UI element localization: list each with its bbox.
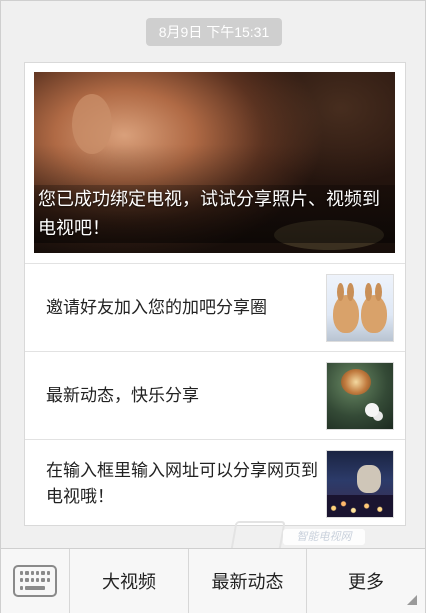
baby-photo-shape	[72, 94, 112, 154]
keyboard-icon	[13, 565, 57, 597]
cat-shape	[357, 465, 381, 493]
cover-caption: 您已成功绑定电视，试试分享照片、视频到电视吧！	[34, 185, 395, 243]
news-card[interactable]: 您已成功绑定电视，试试分享照片、视频到电视吧！ 邀请好友加入您的加吧分享圈 最新…	[24, 62, 406, 526]
rabbits-thumbnail	[326, 274, 394, 342]
cover-item[interactable]: 您已成功绑定电视，试试分享照片、视频到电视吧！	[34, 72, 395, 253]
menu-tab-big-video[interactable]: 大视频	[70, 549, 189, 613]
rabbit-shape	[361, 283, 387, 333]
snail-thumbnail	[326, 362, 394, 430]
flower-shape	[365, 403, 379, 417]
message-timestamp: 8月9日 下午15:31	[146, 18, 282, 46]
menu-tab-latest-news[interactable]: 最新动态	[189, 549, 307, 613]
keyboard-toggle-button[interactable]	[1, 549, 70, 613]
news-item-share-web[interactable]: 在输入框里输入网址可以分享网页到电视哦！	[25, 439, 405, 527]
news-item-text: 最新动态，快乐分享	[46, 385, 199, 406]
news-item-text: 邀请好友加入您的加吧分享圈	[46, 297, 267, 318]
news-item-invite[interactable]: 邀请好友加入您的加吧分享圈	[25, 263, 405, 351]
news-item-latest[interactable]: 最新动态，快乐分享	[25, 351, 405, 439]
submenu-indicator-icon	[407, 595, 417, 605]
city-lights-shape	[327, 495, 393, 517]
watermark-tv-icon	[230, 521, 286, 551]
news-item-text: 在输入框里输入网址可以分享网页到电视哦！	[46, 460, 318, 507]
chat-screen: 8月9日 下午15:31 您已成功绑定电视，试试分享照片、视频到电视吧！ 邀请好…	[0, 0, 426, 613]
rabbit-shape	[333, 283, 359, 333]
bottom-menu-bar: 大视频 最新动态 更多	[1, 548, 425, 613]
snail-shape	[341, 369, 371, 395]
city-cat-thumbnail	[326, 450, 394, 518]
watermark: 智能电视网	[283, 529, 365, 545]
